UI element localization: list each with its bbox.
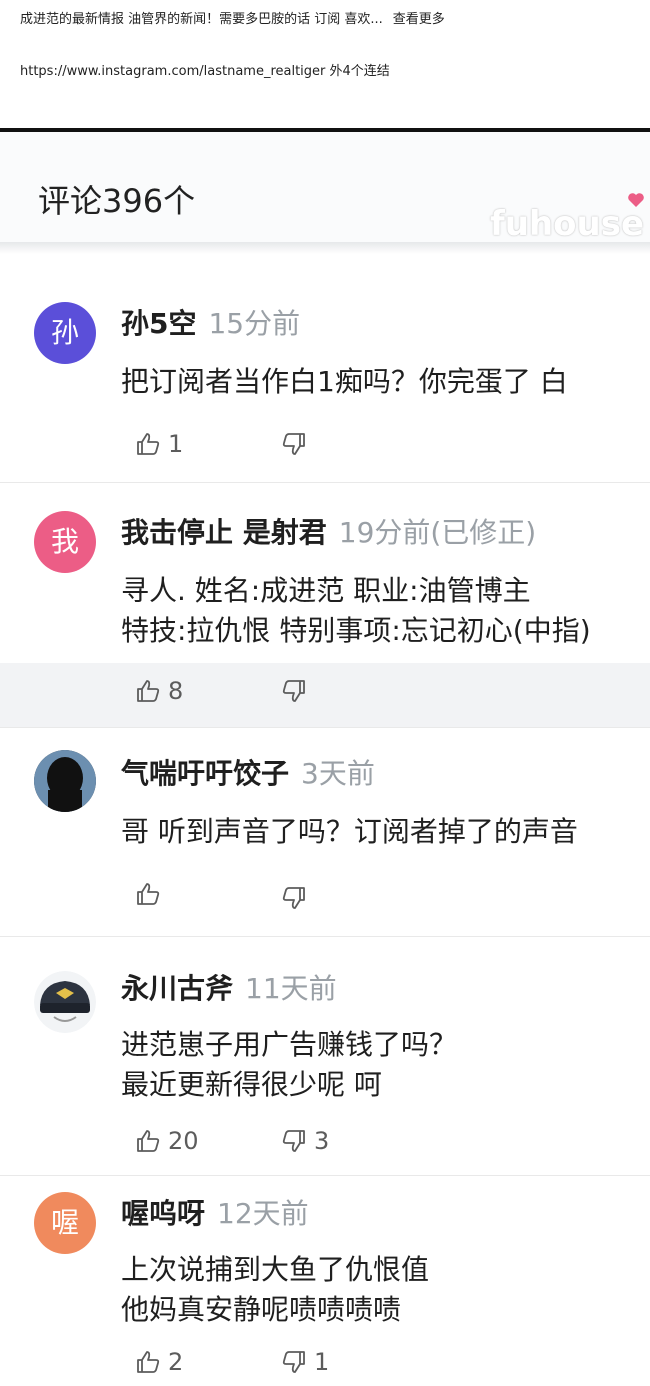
thumbs-up-icon [137, 433, 160, 455]
see-more-link[interactable]: 查看更多 [393, 12, 445, 27]
avatar[interactable]: 喔 [34, 1192, 96, 1254]
comment-text: 进范崽子用广告赚钱了吗？ [121, 1028, 458, 1061]
comment-text: 特技:拉仇恨 特别事项:忘记初心(中指) [121, 614, 591, 647]
police-cap-avatar-icon [34, 971, 96, 1033]
comment-author[interactable]: 喔呜呀 12天前 [121, 1192, 309, 1232]
dislike-button[interactable] [280, 430, 308, 458]
author-name[interactable]: 孙5空 [121, 307, 196, 340]
author-name[interactable]: 喔呜呀 [121, 1197, 205, 1230]
thumbs-up-icon [137, 1130, 160, 1152]
author-name[interactable]: 永川古斧 [121, 972, 233, 1005]
watermark-logo: fuhouse [489, 204, 644, 244]
comment-time: 3天前 [301, 757, 375, 790]
comment-text: 哥 听到声音了吗？订阅者掉了的声音 [121, 815, 578, 848]
comment-item: 喔 喔呜呀 12天前 上次说捕到大鱼了仇恨值 他妈真安静呢啧啧啧啧 2 1 [0, 1176, 650, 1386]
like-button[interactable]: 2 [134, 1348, 183, 1376]
comment-item: 我 我击停止 是射君 19分前(已修正) 寻人. 姓名:成进范 职业:油管博主 特… [0, 483, 650, 728]
comment-item: 气喘吁吁饺子 3天前 哥 听到声音了吗？订阅者掉了的声音 [0, 728, 650, 937]
channel-description: 成进范的最新情报 油管界的新闻！需要多巴胺的话 订阅 喜欢... 查看更多 [20, 8, 445, 27]
comment-time: 11天前 [245, 972, 337, 1005]
thumbs-up-icon [137, 883, 160, 905]
reply-count: 1 [314, 1348, 330, 1376]
dislike-button[interactable] [280, 884, 308, 912]
thumbs-up-icon [137, 680, 160, 702]
comment-text: 最近更新得很少呢 呵 [121, 1068, 382, 1101]
comment-author[interactable]: 我击停止 是射君 19分前(已修正) [121, 511, 536, 551]
comment-text: 把订阅者当作白1痴吗？你完蛋了 白 [121, 365, 568, 398]
reply-bubble-icon [282, 1130, 305, 1152]
comment-highlight-band [0, 663, 650, 727]
like-button[interactable]: 8 [134, 677, 183, 705]
avatar[interactable] [34, 750, 96, 812]
like-count: 8 [168, 677, 184, 705]
like-count: 20 [168, 1127, 199, 1155]
like-button[interactable] [134, 880, 168, 908]
like-count: 2 [168, 1348, 184, 1376]
comment-text: 上次说捕到大鱼了仇恨值 [121, 1253, 430, 1286]
reply-button[interactable]: 1 [280, 1348, 329, 1376]
avatar[interactable] [34, 971, 96, 1033]
comment-text: 寻人. 姓名:成进范 职业:油管博主 [121, 574, 531, 607]
comments-count-title: 评论396个 [38, 182, 196, 220]
avatar[interactable]: 孙 [34, 302, 96, 364]
comment-time: 12天前 [217, 1197, 309, 1230]
reply-button[interactable]: 3 [280, 1127, 329, 1155]
thumbs-down-icon [282, 433, 305, 455]
comment-author[interactable]: 孙5空 15分前 [121, 302, 300, 342]
header-shadow [0, 242, 650, 254]
reply-bubble-icon [282, 1351, 305, 1373]
thumbs-down-icon [282, 887, 305, 909]
author-name[interactable]: 我击停止 是射君 [121, 516, 327, 549]
comments-header: 评论396个 fuhouse [0, 132, 650, 244]
comment-author[interactable]: 气喘吁吁饺子 3天前 [121, 752, 375, 792]
comment-time: 19分前(已修正) [338, 516, 537, 549]
avatar[interactable]: 我 [34, 511, 96, 573]
thumbs-up-icon [137, 1351, 160, 1373]
comment-text: 他妈真安静呢啧啧啧啧 [121, 1293, 402, 1326]
channel-link[interactable]: https://www.instagram.com/lastname_realt… [20, 60, 390, 79]
comment-item: 永川古斧 11天前 进范崽子用广告赚钱了吗？ 最近更新得很少呢 呵 20 3 [0, 937, 650, 1176]
comment-author[interactable]: 永川古斧 11天前 [121, 967, 337, 1007]
thumbs-down-icon [282, 680, 305, 702]
like-count: 1 [168, 430, 184, 458]
like-button[interactable]: 20 [134, 1127, 199, 1155]
comment-item: 孙 孙5空 15分前 把订阅者当作白1痴吗？你完蛋了 白 1 [0, 254, 650, 483]
description-text: 成进范的最新情报 油管界的新闻！需要多巴胺的话 订阅 喜欢... [20, 12, 383, 27]
reply-count: 3 [314, 1127, 330, 1155]
like-button[interactable]: 1 [134, 430, 183, 458]
comment-time: 15分前 [208, 307, 301, 340]
dislike-button[interactable] [280, 677, 308, 705]
author-name[interactable]: 气喘吁吁饺子 [121, 757, 289, 790]
silhouette-avatar-icon [34, 750, 96, 812]
